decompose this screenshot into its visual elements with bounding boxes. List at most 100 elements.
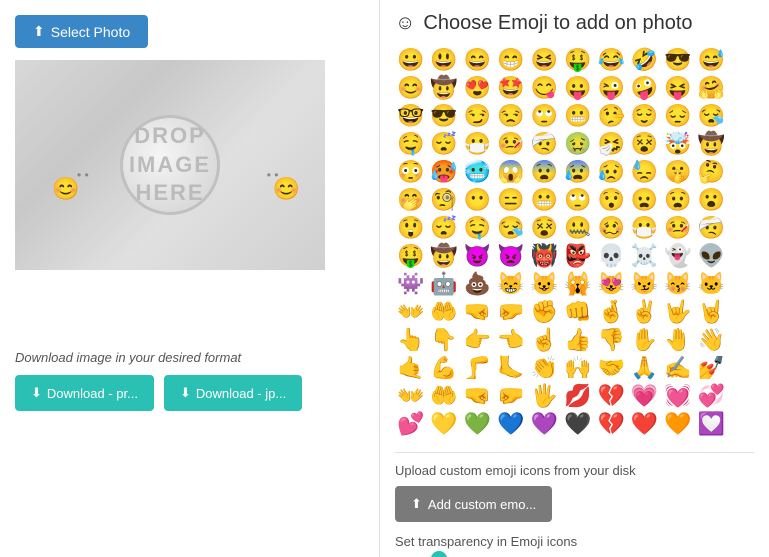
emoji-item[interactable]: 🤟 xyxy=(662,299,693,325)
emoji-item[interactable]: 👾 xyxy=(395,271,426,297)
emoji-item[interactable]: 👉 xyxy=(462,327,493,353)
emoji-item[interactable]: 🤕 xyxy=(696,215,727,241)
emoji-item[interactable]: 😒 xyxy=(495,103,526,129)
emoji-item[interactable]: 🤓 xyxy=(395,103,426,129)
emoji-item[interactable]: 😬 xyxy=(562,103,593,129)
emoji-item[interactable]: 🤐 xyxy=(562,215,593,241)
emoji-item[interactable]: 😽 xyxy=(662,271,693,297)
emoji-item[interactable]: 👻 xyxy=(662,243,693,269)
emoji-item[interactable]: 😓 xyxy=(629,159,660,185)
emoji-item[interactable]: 🤔 xyxy=(696,159,727,185)
select-photo-button[interactable]: ⬆ Select Photo xyxy=(15,15,148,48)
emoji-item[interactable]: 👿 xyxy=(495,243,526,269)
emoji-item[interactable]: 😪 xyxy=(495,215,526,241)
emoji-item[interactable]: 😄 xyxy=(462,47,493,73)
emoji-item[interactable]: 😨 xyxy=(529,159,560,185)
emoji-item[interactable]: 😰 xyxy=(562,159,593,185)
emoji-item[interactable]: 🤒 xyxy=(662,215,693,241)
emoji-item[interactable]: 😁 xyxy=(495,47,526,73)
emoji-item[interactable]: ✌️ xyxy=(629,299,660,325)
emoji-item[interactable]: 🤘 xyxy=(696,299,727,325)
emoji-item[interactable]: 🤛 xyxy=(495,383,526,409)
emoji-item[interactable]: 🤞 xyxy=(595,299,626,325)
emoji-item[interactable]: 🙄 xyxy=(562,187,593,213)
emoji-item[interactable]: 😔 xyxy=(662,103,693,129)
emoji-item[interactable]: 😝 xyxy=(662,75,693,101)
emoji-item[interactable]: 🦵 xyxy=(462,355,493,381)
emoji-item[interactable]: 🤑 xyxy=(562,47,593,73)
emoji-item[interactable]: 💞 xyxy=(696,383,727,409)
emoji-item[interactable]: 😂 xyxy=(595,47,626,73)
emoji-item[interactable]: 💀 xyxy=(595,243,626,269)
emoji-item[interactable]: 💋 xyxy=(562,383,593,409)
emoji-item[interactable]: 🤤 xyxy=(462,215,493,241)
emoji-item[interactable]: 🤑 xyxy=(395,243,426,269)
emoji-item[interactable]: 👇 xyxy=(428,327,459,353)
emoji-item[interactable]: 😵 xyxy=(629,131,660,157)
emoji-item[interactable]: 💚 xyxy=(462,411,493,437)
emoji-item[interactable]: 🤙 xyxy=(395,355,426,381)
emoji-item[interactable]: 😌 xyxy=(629,103,660,129)
emoji-item[interactable]: 😻 xyxy=(595,271,626,297)
emoji-item[interactable]: 😛 xyxy=(562,75,593,101)
emoji-item[interactable]: 😴 xyxy=(428,131,459,157)
emoji-item[interactable]: 🤠 xyxy=(428,75,459,101)
emoji-item[interactable]: 😊 xyxy=(395,75,426,101)
emoji-item[interactable]: 😲 xyxy=(395,215,426,241)
emoji-item[interactable]: 👽 xyxy=(696,243,727,269)
emoji-item[interactable]: 👐 xyxy=(395,299,426,325)
emoji-item[interactable]: 😎 xyxy=(428,103,459,129)
emoji-item[interactable]: 😧 xyxy=(662,187,693,213)
emoji-item[interactable]: 💔 xyxy=(595,411,626,437)
emoji-item[interactable]: 🤠 xyxy=(428,243,459,269)
emoji-item[interactable]: 🤢 xyxy=(562,131,593,157)
emoji-item[interactable]: 🤒 xyxy=(495,131,526,157)
emoji-item[interactable]: 😴 xyxy=(428,215,459,241)
emoji-item[interactable]: 🥶 xyxy=(462,159,493,185)
emoji-item[interactable]: 😶 xyxy=(462,187,493,213)
emoji-item[interactable]: 👏 xyxy=(529,355,560,381)
emoji-item[interactable]: 🤠 xyxy=(696,131,727,157)
emoji-item[interactable]: 😷 xyxy=(629,215,660,241)
emoji-item[interactable]: 😮 xyxy=(696,187,727,213)
emoji-item[interactable]: 👆 xyxy=(395,327,426,353)
emoji-item[interactable]: 👊 xyxy=(562,299,593,325)
emoji-item[interactable]: ✊ xyxy=(529,299,560,325)
emoji-item[interactable]: 😈 xyxy=(462,243,493,269)
emoji-item[interactable]: 🙌 xyxy=(562,355,593,381)
emoji-item[interactable]: 😸 xyxy=(495,271,526,297)
emoji-item[interactable]: 😼 xyxy=(629,271,660,297)
emoji-item[interactable]: 🤜 xyxy=(462,383,493,409)
emoji-item[interactable]: 🤗 xyxy=(696,75,727,101)
emoji-item[interactable]: 😆 xyxy=(529,47,560,73)
emoji-item[interactable]: ☝️ xyxy=(529,327,560,353)
emoji-item[interactable]: 😦 xyxy=(629,187,660,213)
emoji-item[interactable]: ✍️ xyxy=(662,355,693,381)
emoji-item[interactable]: 😵 xyxy=(529,215,560,241)
emoji-item[interactable]: 😜 xyxy=(595,75,626,101)
emoji-item[interactable]: 🤥 xyxy=(595,103,626,129)
emoji-item[interactable]: 🤜 xyxy=(462,299,493,325)
emoji-item[interactable]: 🤤 xyxy=(395,131,426,157)
download-png-button[interactable]: ⬇ Download - pr... xyxy=(15,375,154,411)
emoji-item[interactable]: ✋ xyxy=(629,327,660,353)
emoji-item[interactable]: 🤝 xyxy=(595,355,626,381)
emoji-item[interactable]: 🤯 xyxy=(662,131,693,157)
emoji-item[interactable]: 🙏 xyxy=(629,355,660,381)
emoji-item[interactable]: 🙀 xyxy=(562,271,593,297)
emoji-item[interactable]: 😯 xyxy=(595,187,626,213)
emoji-item[interactable]: 😥 xyxy=(595,159,626,185)
emoji-item[interactable]: 🤭 xyxy=(395,187,426,213)
emoji-item[interactable]: 💅 xyxy=(696,355,727,381)
emoji-item[interactable]: 👐 xyxy=(395,383,426,409)
emoji-item[interactable]: 🤫 xyxy=(662,159,693,185)
emoji-item[interactable]: ❤️ xyxy=(629,411,660,437)
emoji-item[interactable]: 😷 xyxy=(462,131,493,157)
emoji-item[interactable]: 😅 xyxy=(696,47,727,73)
emoji-item[interactable]: 🤕 xyxy=(529,131,560,157)
emoji-item[interactable]: 😱 xyxy=(495,159,526,185)
emoji-item[interactable]: 🤧 xyxy=(595,131,626,157)
emoji-item[interactable]: 👺 xyxy=(562,243,593,269)
emoji-item[interactable]: 🤣 xyxy=(629,47,660,73)
emoji-item[interactable]: 🤚 xyxy=(662,327,693,353)
